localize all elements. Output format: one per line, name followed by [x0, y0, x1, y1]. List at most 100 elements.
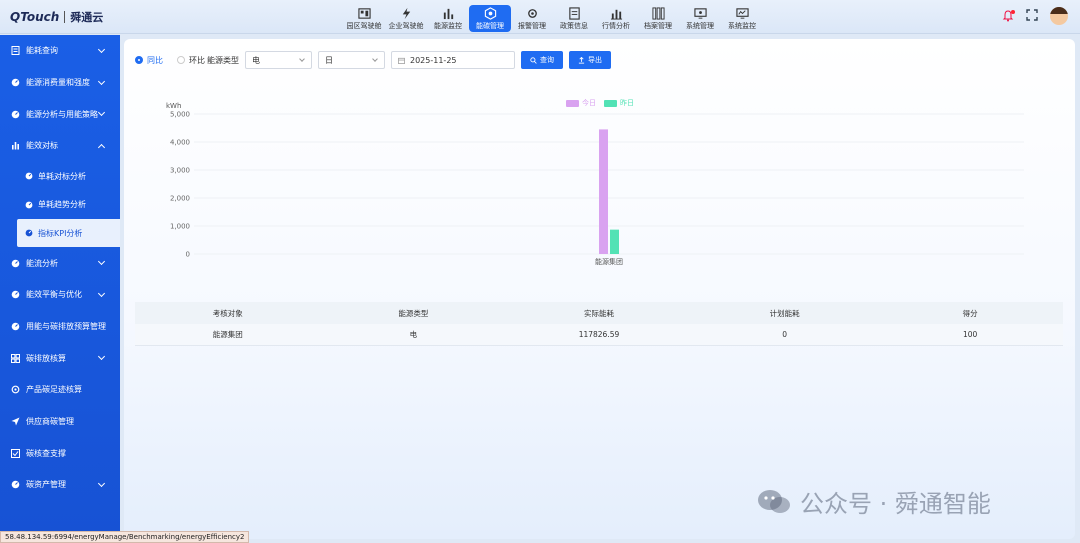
gauge-icon — [25, 229, 33, 237]
date-value: 2025-11-25 — [410, 55, 457, 65]
gauge-icon — [11, 290, 20, 299]
filter-bar: 同比 环比 能源类型 电 日 2025-11-25 查询 导出 — [135, 51, 611, 69]
fullscreen-icon[interactable] — [1026, 8, 1038, 24]
table-cell: 能源集团 — [212, 330, 243, 339]
radio-mom[interactable]: 环比 — [177, 55, 205, 66]
export-button[interactable]: 导出 — [569, 51, 611, 69]
radio-label: 同比 — [147, 55, 163, 65]
table-header-cell: 能源类型 — [398, 308, 429, 318]
nav-system-management[interactable]: 系统管理 — [679, 5, 721, 32]
sidebar-item-efficiency-benchmark[interactable]: 能效对标 — [0, 130, 120, 162]
nav-alarm-management[interactable]: 报警管理 — [511, 5, 553, 32]
bar-chart-icon — [11, 141, 20, 150]
gauge-icon — [11, 322, 20, 331]
query-button[interactable]: 查询 — [521, 51, 563, 69]
kpi-bar-chart: kWh 0 1,000 2,000 3,000 4,000 5,000 能源集团 — [166, 102, 1024, 266]
y-tick-label: 5,000 — [170, 111, 190, 119]
settings-icon — [11, 385, 20, 394]
sidebar-subitem-kpi-analysis[interactable]: 指标KPI分析 — [17, 218, 120, 248]
sidebar-subitem-unit-trend[interactable]: 单耗趋势分析 — [0, 190, 120, 219]
top-right-tools — [1002, 7, 1068, 25]
sidebar-item-carbon-accounting[interactable]: 碳排放核算 — [0, 342, 120, 374]
sidebar-subitem-label: 单耗趋势分析 — [38, 200, 86, 209]
sidebar-item-supplier-carbon[interactable]: 供应商碳管理 — [0, 406, 120, 438]
logo-cn-text: 舜通云 — [70, 11, 104, 24]
sidebar-item-efficiency-balance[interactable]: 能效平衡与优化 — [0, 279, 120, 311]
sidebar-item-label: 能源分析与用能策略 — [26, 109, 98, 119]
logo-text: QTouch — [10, 10, 60, 24]
nav-market-analysis[interactable]: 行情分析 — [595, 5, 637, 32]
sidebar-item-label: 能源消费量和强度 — [26, 78, 90, 88]
grid-icon — [11, 353, 20, 363]
y-tick-label: 0 — [186, 251, 190, 259]
sidebar-item-label: 碳核查支撑 — [26, 448, 66, 458]
sidebar-item-label: 产品碳足迹核算 — [26, 385, 82, 395]
sidebar-item-energy-query[interactable]: 能耗查询 — [0, 35, 120, 67]
table-header-cell: 得分 — [962, 308, 978, 318]
table-header-cell: 考核对象 — [212, 308, 243, 318]
sidebar-item-consumption-intensity[interactable]: 能源消费量和强度 — [0, 67, 120, 99]
chevron-down-icon — [97, 45, 106, 54]
y-tick-label: 3,000 — [170, 167, 190, 175]
search-icon — [530, 56, 537, 64]
chevron-down-icon — [97, 258, 106, 266]
sidebar-item-energy-analysis-strategy[interactable]: 能源分析与用能策略 — [0, 98, 120, 130]
user-avatar[interactable] — [1050, 7, 1068, 25]
energy-type-value: 电 — [252, 55, 260, 65]
nav-label: 政策信息 — [560, 22, 588, 30]
wechat-icon — [756, 488, 792, 516]
kpi-table: 考核对象 能源类型 实际能耗 计划能耗 得分 能源集团 电 117826.59 … — [135, 302, 1063, 346]
notification-bell-icon[interactable] — [1002, 10, 1015, 22]
notification-dot — [1011, 10, 1015, 14]
logo-divider — [64, 11, 66, 23]
sidebar-item-budget-management[interactable]: 用能与碳排放预算管理 — [0, 311, 120, 343]
archive-icon — [651, 7, 665, 20]
export-label: 导出 — [588, 56, 602, 64]
chevron-down-icon — [97, 109, 106, 117]
gauge-icon — [11, 259, 20, 268]
nav-label: 园区驾驶舱 — [346, 22, 382, 30]
sidebar-item-label: 能效平衡与优化 — [26, 290, 82, 300]
sidebar-item-carbon-verification[interactable]: 碳核查支撑 — [0, 437, 120, 469]
radio-label: 环比 — [189, 55, 205, 65]
energy-type-select[interactable]: 电 — [245, 51, 312, 69]
y-tick-label: 2,000 — [170, 195, 190, 203]
sidebar-item-label: 碳排放核算 — [26, 353, 66, 363]
table-cell: 117826.59 — [578, 330, 620, 339]
nav-policy-info[interactable]: 政策信息 — [553, 5, 595, 32]
gauge-icon — [11, 78, 20, 87]
sidebar-item-carbon-assets[interactable]: 碳资产管理 — [0, 469, 120, 501]
table-cell: 0 — [782, 330, 787, 339]
y-axis-label: kWh — [166, 102, 181, 110]
nav-carbon-management[interactable]: 能碳管理 — [469, 5, 511, 32]
period-select[interactable]: 日 — [318, 51, 385, 69]
table-row[interactable]: 能源集团 电 117826.59 0 100 — [135, 324, 1063, 346]
nav-energy-monitor[interactable]: 能源监控 — [427, 5, 469, 32]
nav-enterprise-cockpit[interactable]: 企业驾驶舱 — [385, 5, 427, 32]
nav-label: 能碳管理 — [476, 22, 504, 30]
sidebar-subitem-unit-benchmark[interactable]: 单耗对标分析 — [0, 162, 120, 191]
x-tick-label: 能源集团 — [595, 257, 623, 266]
nav-park-cockpit[interactable]: 园区驾驶舱 — [343, 5, 385, 32]
sidebar-subitem-label: 指标KPI分析 — [38, 228, 83, 238]
radio-yoy[interactable]: 同比 — [135, 55, 163, 66]
nav-system-monitor[interactable]: 系统监控 — [721, 5, 763, 32]
watermark: 公众号 · 舜通智能 — [756, 484, 991, 519]
sidebar: 能耗查询 能源消费量和强度 能源分析与用能策略 能效对标 单耗对标分析 单耗趋势… — [0, 35, 120, 543]
date-picker[interactable]: 2025-11-25 — [391, 51, 515, 69]
sidebar-item-product-footprint[interactable]: 产品碳足迹核算 — [0, 374, 120, 406]
calendar-icon — [398, 57, 405, 64]
app-logo[interactable]: QTouch 舜通云 — [10, 9, 103, 25]
analysis-chart-icon — [609, 7, 623, 20]
table-cell: 电 — [409, 330, 418, 339]
sidebar-item-energy-flow[interactable]: 能流分析 — [0, 247, 120, 279]
bar-yesterday — [610, 229, 619, 254]
top-nav: 园区驾驶舱 企业驾驶舱 能源监控 能碳管理 报警管理 政策信息 行情分析 档案管… — [343, 5, 763, 33]
chevron-down-icon — [97, 480, 106, 488]
gauge-icon — [25, 201, 33, 209]
watermark-text: 公众号 · 舜通智能 — [800, 490, 991, 518]
table-cell: 100 — [963, 330, 978, 339]
chevron-down-icon — [372, 56, 378, 62]
nav-archive-management[interactable]: 档案管理 — [637, 5, 679, 32]
period-value: 日 — [325, 55, 333, 65]
